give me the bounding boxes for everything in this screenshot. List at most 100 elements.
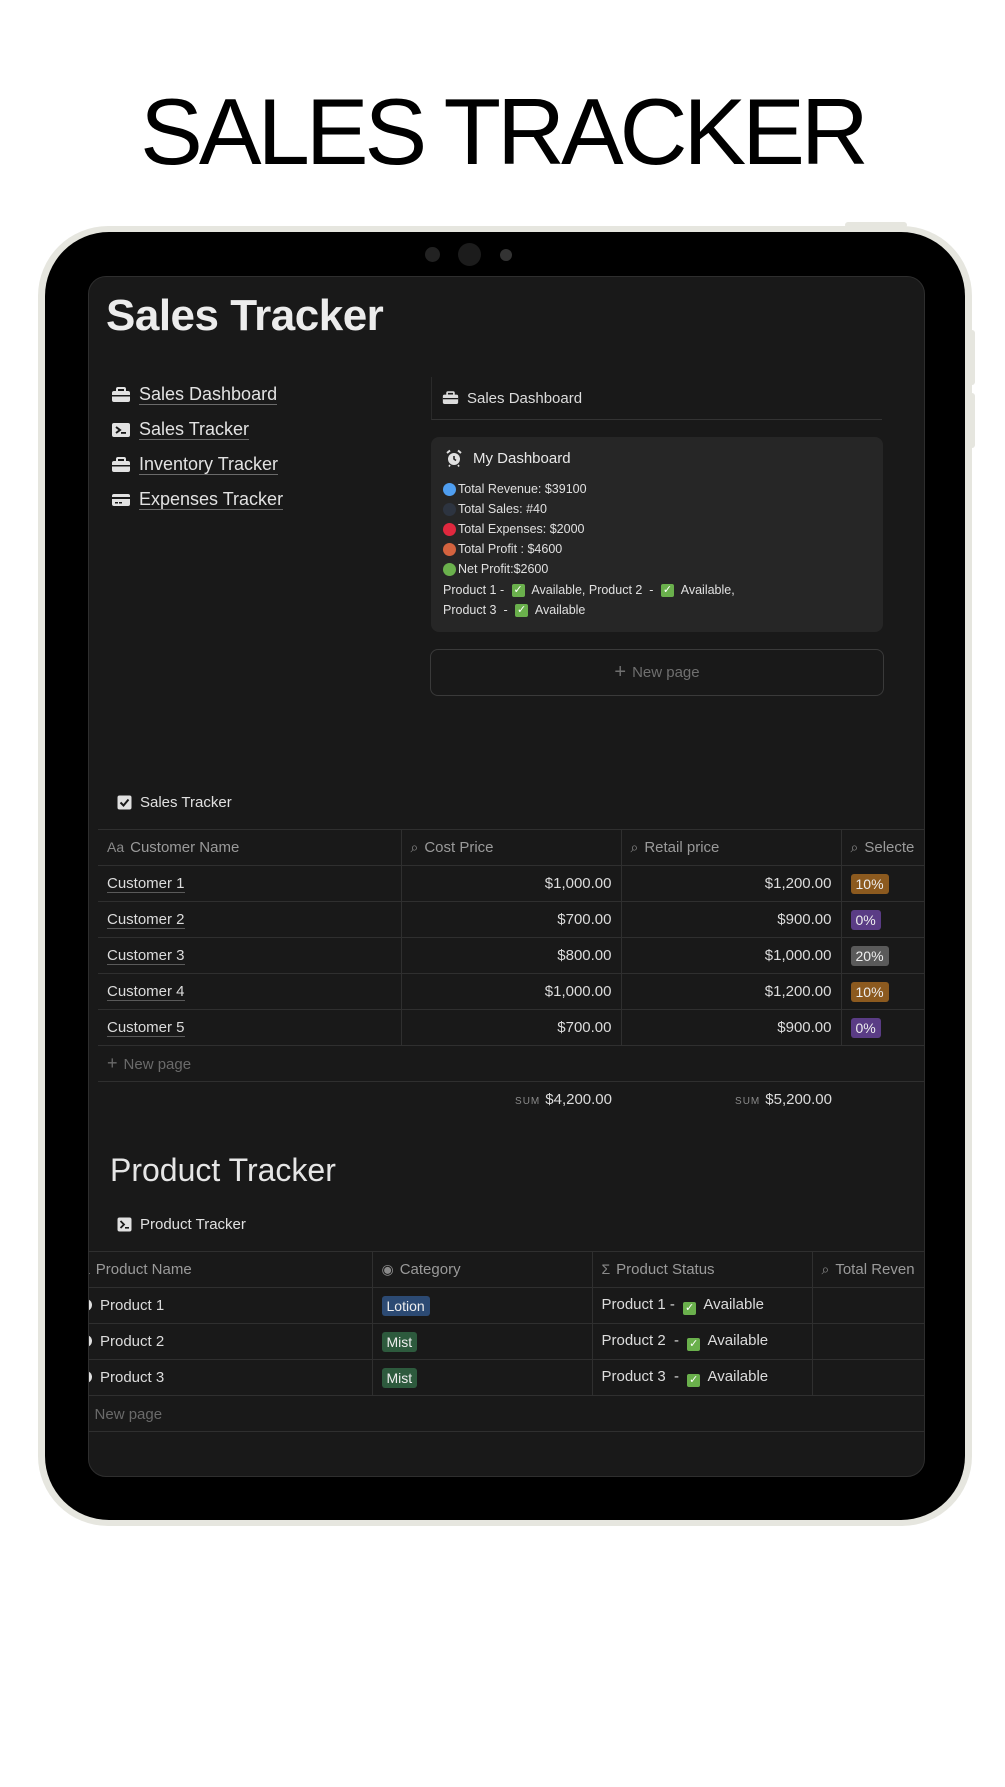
customer-name[interactable]: Customer 5: [107, 1019, 185, 1037]
card-title: My Dashboard: [445, 449, 571, 467]
discount-tag[interactable]: 10%: [850, 873, 889, 894]
page-icon: [89, 1299, 92, 1311]
text-property-icon: Aa: [107, 839, 125, 855]
search-icon: ⌕: [850, 839, 859, 855]
checkbox-icon: [117, 795, 132, 810]
product-db-title[interactable]: Product Tracker: [117, 1216, 246, 1233]
header-category[interactable]: ◉ Category: [372, 1251, 593, 1288]
product-tracker-heading: Product Tracker: [110, 1152, 336, 1188]
header-product-status[interactable]: Σ Product Status: [592, 1251, 813, 1288]
alarm-clock-icon: [446, 449, 462, 467]
discount-tag[interactable]: 0%: [850, 1017, 881, 1038]
customer-name[interactable]: Customer 4: [107, 983, 185, 1001]
camera-flash: [500, 249, 512, 261]
retail-price-cell[interactable]: $900.00: [621, 1009, 842, 1046]
card-title-text: My Dashboard: [473, 449, 571, 467]
retail-price-cell[interactable]: $1,200.00: [621, 865, 842, 902]
table-row[interactable]: Customer 4 $1,000.00 $1,200.00 10%: [98, 973, 924, 1010]
category-tag[interactable]: Lotion: [381, 1295, 430, 1316]
cost-price-cell[interactable]: $700.00: [401, 1009, 622, 1046]
sum-cost-value: $4,200.00: [545, 1091, 612, 1108]
new-page-row[interactable]: +New page: [98, 1045, 924, 1082]
product-status-cell[interactable]: Product 3 - ✓ Available: [592, 1359, 813, 1396]
customer-name[interactable]: Customer 3: [107, 947, 185, 965]
nav-item-sales-tracker[interactable]: Sales Tracker: [111, 412, 283, 447]
stat-total-revenue: Total Revenue: $39100: [443, 482, 587, 496]
hero-title: SALES TRACKER: [140, 79, 869, 184]
check-icon: ✓: [687, 1374, 701, 1387]
discount-tag[interactable]: 0%: [850, 909, 881, 930]
nav-item-expenses-tracker[interactable]: Expenses Tracker: [111, 482, 284, 517]
category-tag[interactable]: Mist: [381, 1331, 418, 1352]
gallery-title: Sales Dashboard: [467, 389, 583, 407]
table-row[interactable]: Customer 1 $1,000.00 $1,200.00 10%: [98, 865, 924, 902]
product-status-cell[interactable]: Product 2 - ✓ Available: [592, 1323, 813, 1360]
check-icon: ✓: [511, 583, 525, 597]
dashboard-card[interactable]: My Dashboard Total Revenue: $39100 Total…: [431, 437, 883, 632]
product-status-cell[interactable]: Product 1 - ✓ Available: [592, 1287, 813, 1324]
nav-item-sales-dashboard[interactable]: Sales Dashboard: [111, 377, 283, 412]
card-icon: [112, 493, 130, 506]
sum-row: SUM $4,200.00 SUM $5,200.00: [98, 1082, 924, 1118]
sales-table: Aa Customer Name ⌕ Cost Price ⌕ Retail pric…: [98, 829, 924, 1118]
stat-net-profit: Net Profit:$2600: [443, 562, 548, 576]
new-page-row[interactable]: +New page: [89, 1395, 924, 1432]
nav-item-inventory-tracker[interactable]: Inventory Tracker: [111, 447, 283, 482]
briefcase-icon: [112, 386, 130, 402]
header-cost-price[interactable]: ⌕ Cost Price: [401, 829, 622, 866]
green-circle-icon: [443, 562, 456, 576]
header-product-name[interactable]: aProduct Name: [89, 1251, 373, 1288]
cost-price-cell[interactable]: $800.00: [401, 937, 622, 974]
briefcase-icon: [442, 391, 459, 404]
search-icon: ⌕: [410, 839, 419, 855]
cost-price-cell[interactable]: $1,000.00: [401, 973, 622, 1010]
retail-price-cell[interactable]: $1,200.00: [621, 973, 842, 1010]
total-revenue-cell[interactable]: [812, 1287, 924, 1324]
stat-total-sales: Total Sales: #40: [443, 502, 547, 516]
gallery-new-page-button[interactable]: + New page: [430, 649, 884, 696]
stat-total-profit: Total Profit : $4600: [443, 542, 562, 556]
table-row[interactable]: Product 2 Mist Product 2 - ✓ Available: [89, 1323, 924, 1360]
nav-label: Sales Dashboard: [139, 384, 278, 405]
camera-lens: [458, 243, 481, 266]
product-name[interactable]: Product 3: [100, 1369, 164, 1386]
retail-price-cell[interactable]: $1,000.00: [621, 937, 842, 974]
table-row[interactable]: Product 1 Lotion Product 1 - ✓ Available: [89, 1287, 924, 1324]
table-header-row: aProduct Name ◉Category ΣProduct Status …: [89, 1251, 924, 1288]
red-circle-icon: [443, 522, 456, 536]
gallery-view-tab[interactable]: Sales Dashboard: [431, 377, 882, 420]
briefcase-icon: [112, 456, 130, 472]
table-row[interactable]: Customer 5 $700.00 $900.00 0%: [98, 1009, 924, 1046]
table-row[interactable]: Customer 3 $800.00 $1,000.00 20%: [98, 937, 924, 974]
check-icon: ✓: [687, 1338, 701, 1351]
app-screen: Sales Tracker Sales Dashboard Sales Trac…: [88, 276, 925, 1477]
customer-name[interactable]: Customer 2: [107, 911, 185, 929]
dark-circle-icon: [443, 502, 456, 516]
discount-tag[interactable]: 10%: [850, 981, 889, 1002]
category-tag[interactable]: Mist: [381, 1367, 418, 1388]
total-revenue-cell[interactable]: [812, 1323, 924, 1360]
customer-name[interactable]: Customer 1: [107, 875, 185, 893]
table-row[interactable]: Customer 2 $700.00 $900.00 0%: [98, 901, 924, 938]
cost-price-cell[interactable]: $1,000.00: [401, 865, 622, 902]
retail-price-cell[interactable]: $900.00: [621, 901, 842, 938]
cost-price-cell[interactable]: $700.00: [401, 901, 622, 938]
sales-db-title[interactable]: Sales Tracker: [117, 794, 232, 811]
discount-tag[interactable]: 20%: [850, 945, 889, 966]
product-name[interactable]: Product 2: [100, 1333, 164, 1350]
product-name[interactable]: Product 1: [100, 1297, 164, 1314]
header-customer-name[interactable]: Aa Customer Name: [98, 829, 402, 866]
header-retail-price[interactable]: ⌕ Retail price: [621, 829, 842, 866]
header-total-revenue[interactable]: ⌕ Total Reven: [812, 1251, 924, 1288]
search-icon: ⌕: [821, 1261, 830, 1277]
header-selected[interactable]: ⌕ Selecte: [841, 829, 924, 866]
check-icon: ✓: [660, 583, 674, 597]
sum-label: SUM: [515, 1096, 541, 1107]
table-row[interactable]: Product 3 Mist Product 3 - ✓ Available: [89, 1359, 924, 1396]
total-revenue-cell[interactable]: [812, 1359, 924, 1396]
check-icon: ✓: [683, 1302, 697, 1315]
product-status-line: Product 3 - ✓ Available: [443, 603, 586, 617]
nav-label: Inventory Tracker: [139, 454, 279, 475]
blue-circle-icon: [443, 482, 456, 496]
terminal-icon: [112, 422, 130, 437]
